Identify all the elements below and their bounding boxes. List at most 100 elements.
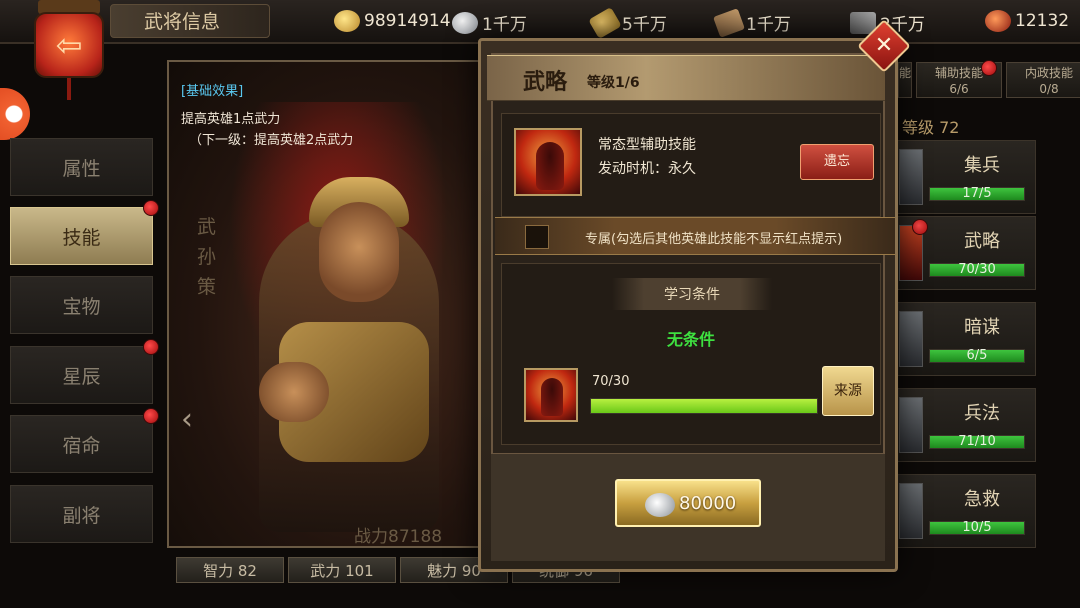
learn-conditions-box: 学习条件 无条件 70/30 来源 [501,263,881,445]
side-menu: 属性 技能 宝物 星辰 宿命 副将 [0,130,165,550]
hero-portrait-panel: [基础效果] 提高英雄1点武力 （下一级：提高英雄2点武力 武孙策 ‹ 战力87… [167,60,492,548]
wood-icon [713,7,745,38]
back-button[interactable]: ⇦ [30,0,108,100]
tab-count: 0/8 [1039,82,1059,96]
effect-next: （下一级：提高英雄2点武力 [189,133,354,148]
skill-name: 武略 [964,231,1000,252]
resource-value: 1千万 [746,15,791,35]
notification-dot [143,408,159,424]
skill-progress-value: 17/5 [962,186,992,201]
skill-progress: 70/30 [929,262,1025,277]
skill-progress-value: 10/5 [962,520,992,535]
hero-power: 战力87188 [354,527,443,547]
cost-value: 80000 [679,493,737,514]
warrior-figure-icon [536,142,564,190]
resource-jade[interactable]: 12132 [985,10,1069,32]
skill-name: 兵法 [964,403,1000,424]
resource-gold[interactable]: 98914914 [334,10,451,32]
skill-card[interactable]: 暗谋 6/5 [896,302,1036,376]
dialog-header: 武略 等级1/6 [487,55,885,101]
skill-card[interactable]: 兵法 71/10 [896,388,1036,462]
skill-progress-value: 71/10 [958,434,996,449]
skill-thumbnail-icon [899,311,923,367]
effect-current: 提高英雄1点武力 [181,112,281,127]
menu-item-deputy[interactable]: 副将 [10,485,153,543]
source-button[interactable]: 来源 [822,366,874,416]
menu-item-treasure[interactable]: 宝物 [10,276,153,334]
menu-item-label: 技能 [62,226,101,249]
back-arrow-icon: ⇦ [55,26,83,64]
learn-progress-bar [590,398,818,414]
conditions-title: 学习条件 [664,287,720,303]
notification-dot [912,219,928,235]
jade-icon [985,10,1011,32]
menu-item-label: 属性 [62,157,101,180]
hero-face [319,202,399,302]
skill-thumbnail-icon [899,149,923,205]
hero-fist [259,362,329,422]
skill-card[interactable]: 急救 10/5 [896,474,1036,548]
progress-text: 70/30 [592,374,630,389]
menu-item-destiny[interactable]: 宿命 [10,415,153,473]
tab-count: 6/6 [949,82,969,96]
skill-progress: 6/5 [929,348,1025,363]
conditions-header: 学习条件 [612,278,772,310]
resource-silver[interactable]: 1千万 [452,10,527,35]
skill-info-box: 常态型辅助技能 发动时机：永久 遗忘 [501,113,881,217]
skill-card[interactable]: 集兵 17/5 [896,140,1036,214]
skill-type: 常态型辅助技能 [598,137,696,153]
menu-item-attributes[interactable]: 属性 [10,138,153,196]
hero-name-vertical: 武孙策 [197,216,217,298]
tab-domestic-skills[interactable]: 内政技能 0/8 [1006,62,1080,98]
lantern-tassel [67,78,71,100]
menu-item-label: 宿命 [62,434,101,457]
skill-detail-dialog: 武略 等级1/6 ✕ 常态型辅助技能 发动时机：永久 遗忘 专属(勾选后其他英雄… [478,19,911,572]
skill-name: 暗谋 [964,317,1000,338]
stat-force: 武力 101 [288,557,396,583]
menu-item-skills[interactable]: 技能 [10,207,153,265]
notification-dot [143,339,159,355]
skill-trigger: 发动时机：永久 [598,161,696,177]
hero-level: 等级 72 [902,118,960,137]
silver-coin-icon [452,11,478,34]
forget-button[interactable]: 遗忘 [800,144,874,180]
notification-dot [143,200,159,216]
exclusive-label: 专属(勾选后其他英雄此技能不显示红点提示) [585,232,843,247]
skill-icon [514,128,582,196]
learn-progress-fill [591,399,817,413]
resource-food[interactable]: 5千万 [588,6,667,39]
resource-value: 5千万 [622,15,667,35]
page-title: 武将信息 [144,11,221,33]
skill-progress: 17/5 [929,186,1025,201]
skill-progress-value: 6/5 [966,348,988,363]
skill-name: 集兵 [964,155,1000,176]
skill-thumbnail-icon [899,483,923,539]
skill-thumbnail-icon [899,397,923,453]
previous-hero-arrow-icon[interactable]: ‹ [181,402,209,442]
tab-label: 能 [899,66,912,80]
notification-dot [981,60,997,76]
skill-name: 急救 [964,489,1000,510]
dialog-title: 武略 [523,70,568,95]
resource-value: 98914914 [364,11,451,31]
menu-item-label: 宝物 [62,295,101,318]
tab-label: 内政技能 [1024,66,1073,80]
conditions-value: 无条件 [666,330,715,349]
skill-progress-value: 70/30 [958,262,996,277]
menu-item-label: 星辰 [62,365,101,388]
learn-cost-button[interactable]: 80000 [615,479,761,527]
warrior-figure-icon [541,378,563,416]
silver-coin-icon [645,493,675,517]
skill-level: 等级1/6 [587,75,640,91]
resource-value: 12132 [1015,11,1070,31]
resource-wood[interactable]: 1千万 [713,7,791,38]
effect-title: [基础效果] [181,84,244,99]
tab-battle-skills[interactable]: 能 [898,62,912,98]
skill-book-icon [524,368,578,422]
close-icon: ✕ [874,33,894,58]
menu-item-stars[interactable]: 星辰 [10,346,153,404]
stat-intelligence: 智力 82 [176,557,284,583]
food-icon [588,6,622,39]
gold-ingot-icon [334,10,360,32]
exclusive-checkbox[interactable] [525,225,549,249]
